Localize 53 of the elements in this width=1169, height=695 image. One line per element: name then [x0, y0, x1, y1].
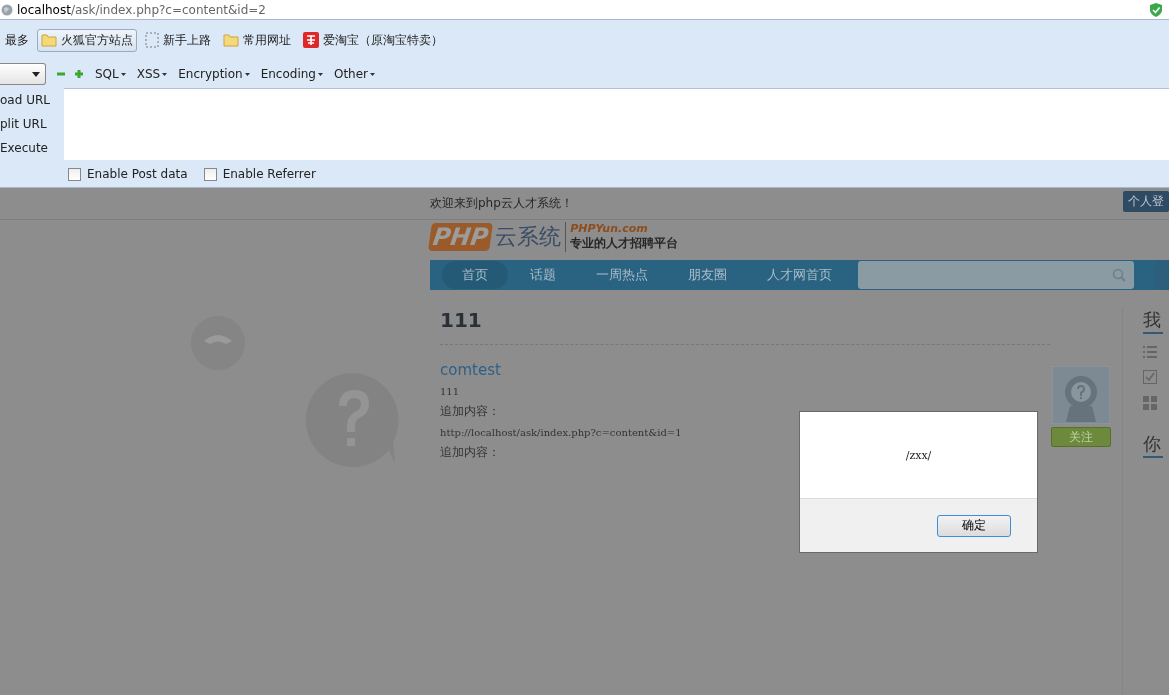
- caret-icon: [244, 72, 250, 76]
- question-text: 111: [440, 386, 460, 397]
- bookmark-item[interactable]: 最多: [1, 28, 33, 52]
- dropdown[interactable]: [0, 63, 46, 85]
- checkbox-icon: [1143, 370, 1157, 384]
- sidebar-heading: 我: [1143, 308, 1163, 334]
- bookmark-item[interactable]: 新手上路: [141, 28, 215, 52]
- caret-icon: [32, 71, 40, 77]
- ok-button[interactable]: 确定: [937, 514, 1011, 537]
- menu-item[interactable]: Other: [333, 67, 376, 81]
- bookmark-item[interactable]: 火狐官方站点: [37, 28, 137, 52]
- action-button[interactable]: oad URL: [0, 93, 64, 107]
- nav-tab[interactable]: 首页: [442, 261, 508, 289]
- action-button[interactable]: plit URL: [0, 117, 64, 131]
- action-button[interactable]: Execute: [0, 141, 64, 155]
- checkbox[interactable]: [68, 167, 81, 181]
- nav-tab[interactable]: 一周热点: [578, 261, 666, 289]
- blank-page-icon: [145, 32, 159, 48]
- question-title: 111: [440, 308, 482, 334]
- avatar-icon: [1052, 366, 1110, 424]
- shield-icon[interactable]: [1150, 2, 1162, 17]
- url-input-field[interactable]: [64, 88, 1169, 160]
- alert-message: /zxx/: [800, 412, 1037, 499]
- url-text[interactable]: localhost/ask/index.php?c=content&id=2: [17, 2, 266, 17]
- folder-icon: [223, 32, 239, 48]
- bookmark-item[interactable]: 爱淘宝（原淘宝特卖）: [299, 28, 447, 52]
- welcome-text: 欢迎来到php云人才系统！: [430, 195, 573, 212]
- checkbox-label: Enable Referrer: [222, 167, 316, 181]
- plus-icon[interactable]: [74, 69, 84, 79]
- taobao-icon: [303, 32, 319, 48]
- list-icon: [1143, 346, 1157, 358]
- menu-item[interactable]: Encoding: [260, 67, 323, 81]
- append-text: http://localhost/ask/index.php?c=content&id=1: [440, 427, 682, 438]
- menu-item[interactable]: XSS: [136, 67, 168, 81]
- menu-item[interactable]: SQL: [95, 67, 126, 81]
- search-icon: [1112, 268, 1126, 282]
- nav-tab[interactable]: 话题: [512, 261, 574, 289]
- menu-item[interactable]: Encryption: [178, 67, 250, 81]
- grid-icon: [1143, 396, 1157, 410]
- checkbox[interactable]: [203, 167, 217, 181]
- caret-icon: [317, 72, 323, 76]
- login-button[interactable]: 个人登: [1123, 190, 1169, 212]
- caret-icon: [162, 72, 168, 76]
- append-label: 追加内容：: [440, 403, 500, 420]
- checkbox-label: Enable Post data: [87, 167, 188, 181]
- search-field[interactable]: [858, 261, 1134, 289]
- append-label: 追加内容：: [440, 444, 500, 461]
- folder-icon: [41, 32, 57, 48]
- sidebar-heading: 你: [1143, 432, 1163, 458]
- caret-icon: [370, 72, 376, 76]
- globe-icon: [1, 3, 13, 16]
- caret-icon: [120, 72, 126, 76]
- bookmark-item[interactable]: 常用网址: [219, 28, 295, 52]
